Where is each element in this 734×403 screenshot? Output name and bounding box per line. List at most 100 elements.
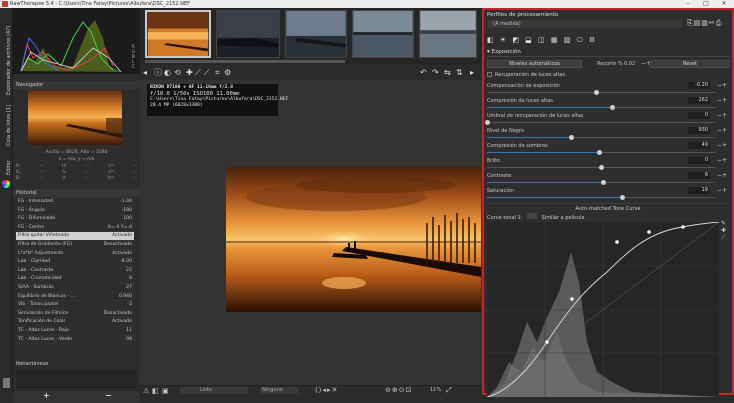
reset-button[interactable]: Reset	[650, 60, 730, 68]
history-item[interactable]: Equilibrio de Blancos - ... 0.940	[16, 293, 134, 302]
param-stepper-icon[interactable]: −+	[717, 157, 727, 164]
thumbnail[interactable]	[216, 10, 280, 58]
param-slider-knob[interactable]	[601, 180, 607, 185]
param-value-input[interactable]: 49	[688, 142, 710, 149]
history-item[interactable]: Lab - Cromaticidad 8	[16, 275, 134, 284]
thumbnail-selected[interactable]	[145, 10, 211, 58]
param-value-input[interactable]: 262	[688, 97, 710, 104]
flip-vertical-icon[interactable]: ⇅	[456, 68, 463, 78]
color-wheel-icon[interactable]	[2, 180, 10, 188]
history-item[interactable]: Simulación de Fílmico Desactivado	[16, 310, 134, 319]
history-item-name: FG - Centro	[18, 224, 45, 230]
param-value-input[interactable]: 0	[688, 157, 710, 164]
warning-icon[interactable]: ⚠	[143, 387, 149, 395]
tab-file-browser[interactable]: Explorador de archivos (47)	[0, 20, 13, 95]
history-item[interactable]: S/AA - Sombras 27	[16, 284, 134, 293]
color-profile-select[interactable]: Ninguno	[260, 387, 298, 394]
param-slider-knob[interactable]	[569, 135, 575, 140]
history-item[interactable]: Tonificación de Color Activado	[16, 318, 134, 327]
history-item[interactable]: FG - Difuminado 100	[16, 215, 134, 224]
hand-tool-icon[interactable]: ✚	[186, 68, 193, 78]
add-snapshot-button[interactable]: +	[43, 391, 50, 400]
histogram-channel-toggles[interactable]: RGBLC	[132, 44, 138, 72]
gear-icon[interactable]: ⚙	[224, 68, 231, 78]
flip-horizontal-icon[interactable]: ⇆	[444, 68, 451, 78]
queue-select[interactable]: Listo	[180, 387, 248, 394]
param-slider-knob[interactable]	[594, 90, 600, 95]
param-slider-track[interactable]	[487, 122, 715, 123]
highlight-recovery-checkbox[interactable]: Recuperación de luces altas	[487, 72, 565, 78]
clip-value[interactable]: 0.02	[624, 61, 635, 67]
param-slider-knob[interactable]	[619, 195, 625, 200]
minimize-button[interactable]: –	[680, 0, 696, 8]
history-item[interactable]: Vib - Tonos pastel -2	[16, 301, 134, 310]
param-stepper-icon[interactable]: −+	[717, 172, 727, 179]
history-item[interactable]: FG - Ángulo -180	[16, 207, 134, 216]
panel-left-toggle-icon[interactable]: ◂	[143, 68, 147, 78]
curve-tools-icon[interactable]: ✎ ✚ ⟋	[721, 220, 726, 241]
param-value-input[interactable]: 0	[688, 112, 710, 119]
history-item[interactable]: TC - Altas Luces - Rojo 11	[16, 327, 134, 336]
param-stepper-icon[interactable]: −+	[717, 97, 727, 104]
history-item[interactable]: Lab - Contraste 22	[16, 267, 134, 276]
snapshot-list[interactable]	[16, 370, 137, 389]
thumbnail[interactable]	[352, 10, 414, 58]
main-image-preview[interactable]	[226, 167, 481, 312]
param-value-input[interactable]: 930	[688, 127, 710, 134]
param-slider-knob[interactable]	[599, 165, 604, 170]
white-balance-picker-icon[interactable]: ⟋	[195, 68, 201, 78]
param-value-input[interactable]: 6	[688, 172, 710, 179]
remove-snapshot-button[interactable]: −	[105, 391, 112, 400]
param-stepper-icon[interactable]: −+	[717, 127, 727, 134]
filmstrip-scrollbar[interactable]	[145, 60, 345, 63]
close-button[interactable]: ✕	[716, 0, 732, 8]
exposure-section-header[interactable]: ▾ Exposición	[487, 49, 521, 55]
param-slider-track[interactable]	[487, 92, 715, 93]
nav-arrows-icon[interactable]: ⟨⟩◂▸✕	[315, 386, 338, 394]
thumbnail[interactable]	[419, 10, 477, 58]
param-value-input[interactable]: -0.20	[688, 82, 710, 89]
history-item[interactable]: L*a*b* Adjustments Activado	[16, 250, 134, 259]
history-item[interactable]: FG - Intensidad -1.04	[16, 198, 134, 207]
curve-mode-select[interactable]: Similar a película	[542, 215, 585, 221]
param-stepper-icon[interactable]: −+	[717, 142, 727, 149]
preview-mode-icon[interactable]: ◧	[152, 387, 159, 395]
zoom-controls-icon[interactable]: ⊖⊕⊙⊡	[385, 386, 412, 394]
history-item[interactable]: Lab - Claridad -8.00	[16, 258, 134, 267]
panel-right-toggle-icon[interactable]: ▸	[470, 68, 474, 78]
tab-batch-queue[interactable]: Cola de lotes [1]	[0, 98, 13, 146]
rotate-left-icon[interactable]: ↶	[420, 68, 427, 78]
history-item[interactable]: Filtro de Gradiente (FG) Desactivado	[16, 241, 134, 250]
param-stepper-icon[interactable]: −+	[717, 112, 727, 119]
crop-icon[interactable]: ⌗	[215, 68, 220, 78]
history-list[interactable]: FG - Intensidad -1.04 FG - Ángulo -180 FG - …	[16, 198, 134, 356]
thumbnail[interactable]	[285, 10, 347, 58]
param-slider-knob[interactable]	[610, 105, 616, 110]
curve-edit-icon[interactable]	[527, 213, 538, 219]
lock-icon[interactable]: ▣	[162, 387, 169, 395]
profile-actions-icon[interactable]: ⎘▤▥✂⎙	[687, 19, 722, 28]
straighten-icon[interactable]: ⟋	[204, 68, 210, 78]
auto-levels-button[interactable]: Niveles automáticos	[487, 60, 582, 68]
info-icon[interactable]: ⓘ	[154, 68, 162, 78]
before-after-icon[interactable]: ◐	[164, 68, 171, 78]
param-value-input[interactable]: 19	[688, 187, 710, 194]
filmstrip[interactable]	[140, 8, 482, 65]
tool-tabs[interactable]: ◧ ☀ ◩ ⬓ ◫ ▦ ▧ ⎔ ⚙	[487, 36, 597, 44]
navigator-preview[interactable]	[28, 90, 122, 145]
tone-curve-editor[interactable]	[487, 222, 719, 397]
history-item[interactable]: Filtro quitar Viñeteado Activado	[16, 232, 134, 241]
param-stepper-icon[interactable]: −+	[717, 82, 727, 89]
param-slider-knob[interactable]	[485, 120, 490, 125]
tab-editor[interactable]: Editor	[0, 153, 13, 175]
history-icon[interactable]: ⟲	[174, 68, 181, 78]
panel-toggle-icon[interactable]	[3, 378, 10, 388]
param-slider-knob[interactable]	[596, 150, 602, 155]
rotate-right-icon[interactable]: ↷	[432, 68, 439, 78]
fullscreen-icon[interactable]: ⤢	[446, 386, 452, 395]
history-item[interactable]: FG - Centro X=-4 Y=-4	[16, 224, 134, 233]
param-stepper-icon[interactable]: −+	[717, 187, 727, 194]
profile-select[interactable]: (A medida)	[487, 20, 682, 28]
history-item[interactable]: TC - Altas Luces - Verde 08	[16, 336, 134, 345]
maximize-button[interactable]: □	[698, 0, 714, 8]
